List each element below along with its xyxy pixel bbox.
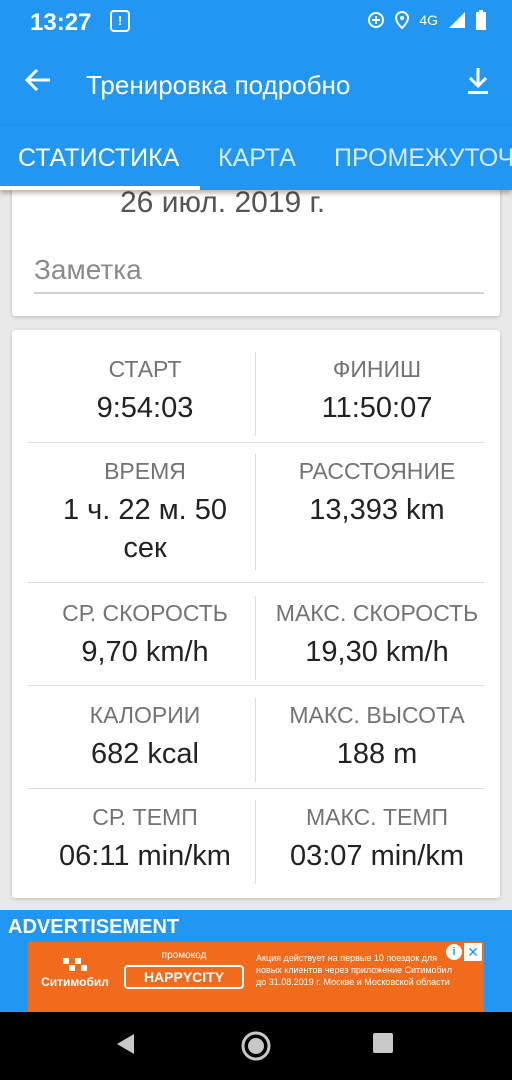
download-icon[interactable]: [466, 66, 490, 101]
note-field[interactable]: Заметка: [34, 254, 484, 294]
app-bar: Тренировка подробно: [0, 46, 512, 126]
ad-banner[interactable]: Ситимобил промокод HAPPYCITY Акция дейст…: [28, 942, 484, 1012]
system-nav-bar: [0, 1012, 512, 1080]
ad-text: Акция действует на первые 10 поездок для…: [256, 953, 452, 987]
ad-brand: Ситимобил: [36, 958, 114, 989]
tab-intervals[interactable]: ПРОМЕЖУТОЧ: [334, 144, 512, 173]
workout-date: 26 июл. 2019 г.: [120, 186, 326, 219]
stat-value: 1 ч. 22 м. 50 сек: [62, 494, 228, 564]
divider: [28, 582, 484, 583]
stat-value: 188 m: [336, 738, 418, 770]
signal-icon: [449, 12, 465, 28]
stat-distance: РАССТОЯНИЕ 13,393 km: [262, 458, 492, 529]
status-icons: 4G: [367, 10, 486, 30]
stat-label: СР. ТЕМП: [92, 804, 198, 830]
status-time: 13:27: [30, 9, 92, 36]
ad-promo-code: HAPPYCITY: [124, 965, 244, 989]
ad-promo: промокод HAPPYCITY: [124, 950, 244, 989]
tab-indicator: [0, 186, 200, 190]
back-arrow-icon[interactable]: [24, 66, 52, 100]
tab-statistics[interactable]: СТАТИСТИКА: [18, 144, 179, 173]
stat-avg-speed: СР. СКОРОСТЬ 9,70 km/h: [30, 600, 260, 671]
ad-label: ADVERTISEMENT: [8, 916, 180, 938]
stat-label: ВРЕМЯ: [104, 458, 186, 484]
stat-value: 06:11 min/km: [59, 840, 231, 872]
divider: [28, 685, 484, 686]
stat-label: ФИНИШ: [332, 356, 422, 382]
stat-start: СТАРТ 9:54:03: [30, 356, 260, 427]
summary-card: 26 июл. 2019 г. Заметка: [12, 170, 500, 316]
nav-back-icon[interactable]: [114, 1032, 136, 1061]
stat-value: 19,30 km/h: [305, 636, 449, 668]
stat-finish: ФИНИШ 11:50:07: [262, 356, 492, 427]
stat-label: МАКС. СКОРОСТЬ: [275, 600, 479, 626]
nav-recents-icon[interactable]: [372, 1032, 394, 1059]
stat-value: 9:54:03: [96, 392, 194, 424]
stat-avg-pace: СР. ТЕМП 06:11 min/km: [30, 804, 260, 875]
battery-icon: [476, 10, 486, 30]
stat-label: СР. СКОРОСТЬ: [62, 600, 228, 626]
notification-icon: !: [110, 10, 130, 32]
stat-duration: ВРЕМЯ 1 ч. 22 м. 50 сек: [30, 458, 260, 567]
data-saver-icon: [368, 12, 385, 28]
stat-label: МАКС. ТЕМП: [305, 804, 449, 830]
stat-max-altitude: МАКС. ВЫСОТА 188 m: [262, 702, 492, 773]
stat-label: РАССТОЯНИЕ: [298, 458, 456, 484]
stat-label: СТАРТ: [108, 356, 182, 382]
stat-value: 13,393 km: [309, 494, 445, 526]
nav-home-icon[interactable]: [240, 1030, 272, 1067]
stat-value: 682 kcal: [90, 738, 199, 770]
tab-map[interactable]: КАРТА: [218, 144, 296, 173]
divider: [28, 442, 484, 443]
stat-value: 9,70 km/h: [81, 636, 209, 668]
ad-promo-label: промокод: [161, 950, 207, 961]
ad-close-icon[interactable]: ✕: [464, 943, 482, 961]
stat-label: МАКС. ВЫСОТА: [289, 702, 465, 728]
stat-calories: КАЛОРИИ 682 kcal: [30, 702, 260, 773]
stat-max-speed: МАКС. СКОРОСТЬ 19,30 km/h: [262, 600, 492, 671]
ad-brand-name: Ситимобил: [41, 975, 109, 989]
stat-max-pace: МАКС. ТЕМП 03:07 min/km: [262, 804, 492, 875]
stat-value: 03:07 min/km: [289, 840, 465, 872]
page-title: Тренировка подробно: [86, 70, 351, 100]
stat-label: КАЛОРИИ: [89, 702, 201, 728]
network-type: 4G: [419, 12, 438, 28]
divider: [28, 788, 484, 789]
status-bar: 13:27 ! 4G: [0, 0, 512, 46]
ad-area: ADVERTISEMENT Ситимобил промокод HAPPYCI…: [0, 910, 512, 1012]
stats-card: СТАРТ 9:54:03 ФИНИШ 11:50:07 ВРЕМЯ 1 ч. …: [12, 330, 500, 898]
ad-info-icon[interactable]: i: [446, 944, 462, 960]
tab-bar: СТАТИСТИКА КАРТА ПРОМЕЖУТОЧ: [0, 126, 512, 190]
stat-value: 11:50:07: [321, 392, 433, 424]
taxi-checker-icon: [63, 958, 87, 971]
location-icon: [395, 11, 410, 29]
